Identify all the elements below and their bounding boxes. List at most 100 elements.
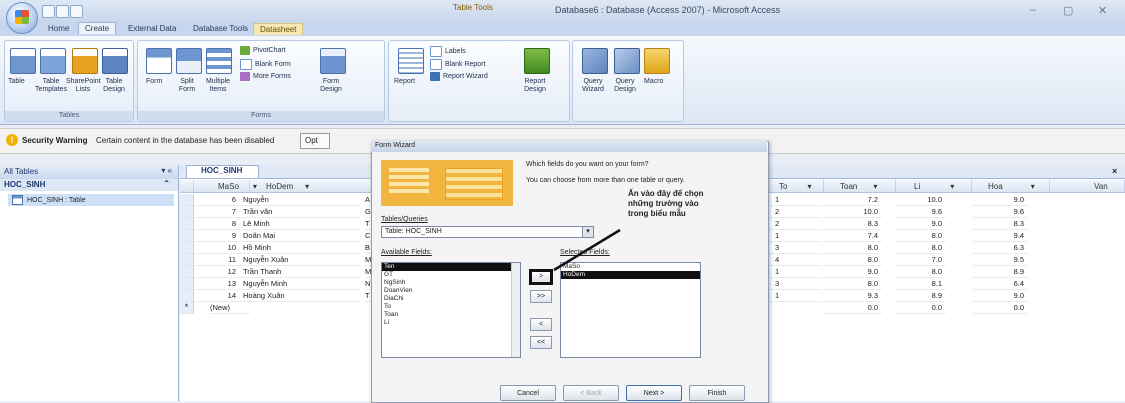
cell-hoa[interactable]: 9.0 [972,194,1028,206]
cell-li[interactable]: 8.0 [896,230,946,242]
column-header-hodem[interactable]: HoDem ▾ [250,180,372,192]
cell-maso[interactable]: 11 [194,254,240,266]
cell-maso[interactable]: 10 [194,242,240,254]
cell-hoa[interactable]: 9.4 [972,230,1028,242]
cell-hodem[interactable]: Hồ Minh [240,242,360,254]
multiple-items-label[interactable]: Multiple Items [200,78,236,94]
row-selector[interactable] [180,242,194,254]
column-dropdown-icon[interactable]: ▾ [873,182,877,191]
cell-hodem[interactable]: Nguyễn Minh [240,278,360,290]
office-button[interactable] [6,2,38,34]
move-one-left-button[interactable]: < [530,318,552,331]
row-selector[interactable] [180,230,194,242]
form-design-icon[interactable] [320,48,346,74]
cell-to[interactable]: 3 [767,278,822,290]
new-record-marker[interactable]: * [180,302,194,314]
row-selector[interactable] [180,254,194,266]
report-design-icon[interactable] [524,48,550,74]
blank-report-button[interactable]: Blank Report [430,59,485,70]
restore-button[interactable]: ▢ [1063,4,1073,17]
available-field-item[interactable]: GT [382,271,520,279]
cell-hodem[interactable]: Trần Thanh [240,266,360,278]
query-design-label[interactable]: Query Design [608,78,642,94]
selected-fields-list[interactable]: MaSo HoDem [560,262,701,358]
column-header-van[interactable]: Van [1050,180,1125,192]
cell-toan[interactable]: 10.0 [824,206,882,218]
cell-hoa[interactable]: 6.4 [972,278,1028,290]
move-all-left-button[interactable]: << [530,336,552,349]
available-fields-scrollbar[interactable] [511,263,520,357]
query-design-icon[interactable] [614,48,640,74]
cell-hoa[interactable]: 8.9 [972,266,1028,278]
form-design-label[interactable]: Form Design [316,78,346,94]
cell-maso[interactable]: 14 [194,290,240,302]
cell-toan[interactable]: 7.4 [824,230,882,242]
labels-button[interactable]: Labels [430,46,466,57]
select-all-cell[interactable] [180,180,194,192]
cell-to[interactable]: 3 [767,242,822,254]
tab-database-tools[interactable]: Database Tools [187,23,254,34]
cell-li[interactable]: 9.0 [896,218,946,230]
available-field-item[interactable]: NgSinh [382,279,520,287]
cell-to[interactable]: 4 [767,254,822,266]
cell-hoa[interactable]: 8.3 [972,218,1028,230]
sharepoint-lists-icon[interactable] [72,48,98,74]
cell-maso[interactable]: 13 [194,278,240,290]
report-design-label[interactable]: Report Design [518,78,552,94]
cell-new-toan[interactable]: 0.0 [824,302,882,314]
close-button[interactable]: ✕ [1098,4,1107,17]
table-templates-icon[interactable] [40,48,66,74]
cell-li[interactable]: 8.1 [896,278,946,290]
column-header-maso[interactable]: MaSo ▾ [194,180,257,192]
tab-external-data[interactable]: External Data [122,23,182,34]
cell-hoa[interactable]: 9.0 [972,290,1028,302]
more-forms-button[interactable]: More Forms [240,72,291,81]
row-selector[interactable] [180,218,194,230]
row-selector[interactable] [180,290,194,302]
available-field-item[interactable]: Li [382,319,520,327]
cell-hoa[interactable]: 9.5 [972,254,1028,266]
row-selector[interactable] [180,266,194,278]
cell-li[interactable]: 10.0 [896,194,946,206]
cell-toan[interactable]: 8.0 [824,278,882,290]
options-button[interactable]: Opt [300,133,330,149]
cell-new-row-label[interactable]: (New) [210,302,250,314]
cell-li[interactable]: 8.0 [896,266,946,278]
cell-li[interactable]: 9.6 [896,206,946,218]
nav-group-header[interactable]: HOC_SINH ⌃ [0,179,178,191]
cell-toan[interactable]: 8.0 [824,254,882,266]
cancel-button[interactable]: Cancel [500,385,556,401]
cell-to[interactable]: 1 [767,266,822,278]
form-icon[interactable] [146,48,172,74]
back-button[interactable]: < Back [563,385,619,401]
cell-maso[interactable]: 8 [194,218,240,230]
redo-icon[interactable] [70,5,83,18]
split-form-label[interactable]: Split Form [172,78,202,94]
multiple-items-icon[interactable] [206,48,232,74]
column-header-toan[interactable]: Toan ▾ [824,180,896,192]
column-dropdown-icon[interactable]: ▾ [950,182,954,191]
available-field-item[interactable]: Toan [382,311,520,319]
query-wizard-icon[interactable] [582,48,608,74]
cell-toan[interactable]: 9.0 [824,266,882,278]
available-field-item[interactable]: Ten [382,263,520,271]
column-header-to[interactable]: To ▾ [767,180,824,192]
cell-hodem[interactable]: Nguyễn Xuân [240,254,360,266]
cell-to[interactable]: 2 [767,218,822,230]
cell-hodem[interactable]: Hoàng Xuân [240,290,360,302]
macro-label[interactable]: Macro [644,78,663,86]
nav-item-hoc-sinh-table[interactable]: HOC_SINH : Table [8,194,174,206]
form-button-label[interactable]: Form [146,78,162,86]
cell-toan[interactable]: 8.3 [824,218,882,230]
table-button-label[interactable]: Table [8,78,25,86]
row-selector[interactable] [180,194,194,206]
cell-new-li[interactable]: 0.0 [896,302,946,314]
cell-toan[interactable]: 9.3 [824,290,882,302]
available-field-item[interactable]: DiaChi [382,295,520,303]
cell-to[interactable]: 1 [767,194,822,206]
cell-hodem[interactable]: Lê Minh [240,218,360,230]
row-selector[interactable] [180,206,194,218]
table-icon[interactable] [10,48,36,74]
column-header-li[interactable]: Li ▾ [896,180,972,192]
cell-hoa[interactable]: 9.6 [972,206,1028,218]
